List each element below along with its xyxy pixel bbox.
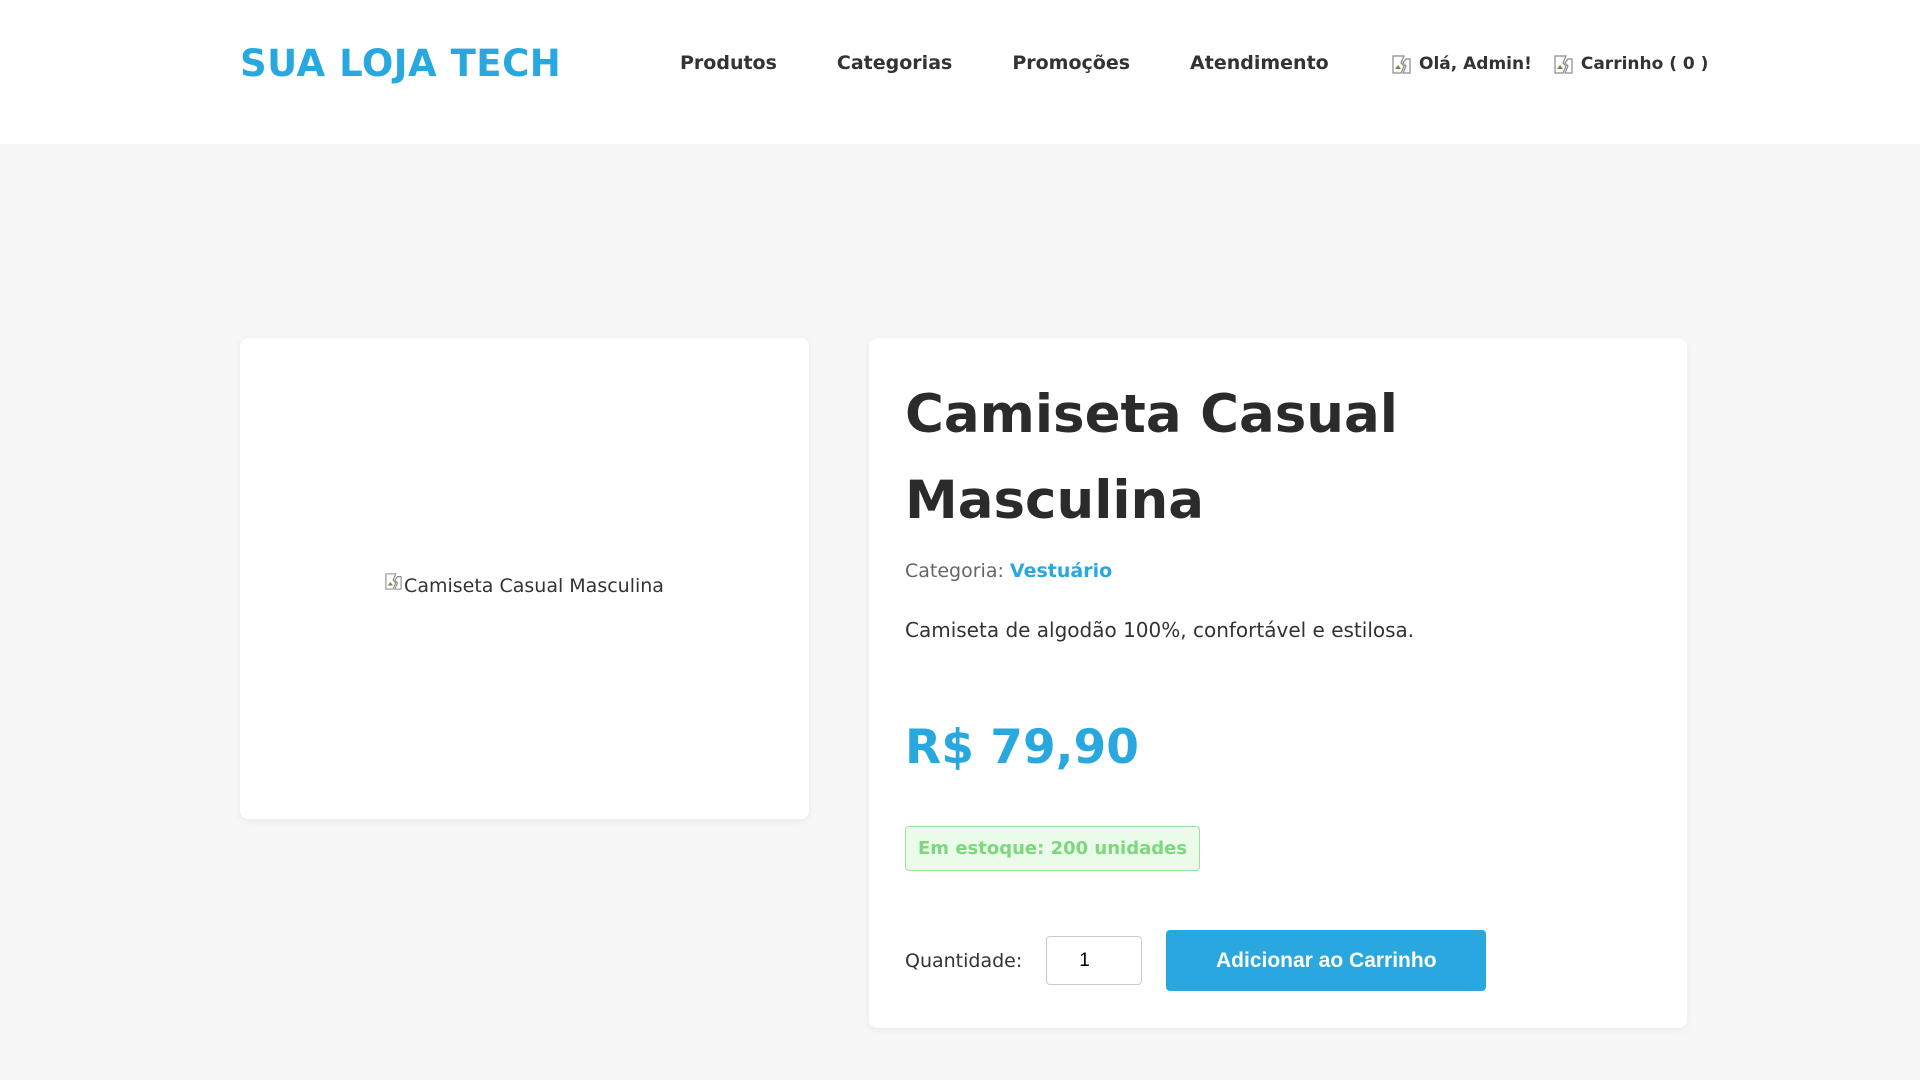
nav-item-atendimento[interactable]: Atendimento [1190,52,1329,74]
cart-link[interactable]: Carrinho ( 0 ) [1554,54,1709,74]
nav-item-promocoes[interactable]: Promoções [1012,52,1130,74]
broken-image-icon [1392,54,1411,74]
nav-item-produtos[interactable]: Produtos [680,52,777,74]
site-header: SUA LOJA TECH Produtos Categorias Promoç… [0,0,1920,144]
product-title: Camiseta Casual Masculina [905,384,1398,531]
broken-image-icon [385,573,402,590]
product-image-card: Camiseta Casual Masculina [240,338,809,819]
product-image-alt-text: Camiseta Casual Masculina [404,574,664,597]
quantity-label: Quantidade: [905,949,1023,972]
user-account-link[interactable]: Olá, Admin! [1392,54,1532,74]
stock-badge: Em estoque: 200 unidades [905,826,1201,871]
site-logo[interactable]: SUA LOJA TECH [240,42,561,85]
broken-image-icon [1554,54,1573,74]
product-category: Categoria: Vestuário [905,560,1112,582]
cart-label: Carrinho ( 0 ) [1580,54,1709,74]
category-link[interactable]: Vestuário [1010,560,1112,582]
user-greeting: Olá, Admin! [1419,54,1532,74]
add-to-cart-button[interactable]: Adicionar ao Carrinho [1166,930,1487,991]
quantity-row: Quantidade: Adicionar ao Carrinho [905,930,1487,991]
quantity-input[interactable] [1046,936,1143,985]
product-description: Camiseta de algodão 100%, confortável e … [905,618,1415,642]
nav-item-categorias[interactable]: Categorias [837,52,952,74]
category-label: Categoria: [905,560,1004,582]
product-info-card: Camiseta Casual Masculina Categoria: Ves… [869,338,1687,1028]
user-area: Olá, Admin! Carrinho ( 0 ) [1392,54,1708,74]
main-nav: Produtos Categorias Promoções Atendiment… [680,52,1329,74]
product-image: Camiseta Casual Masculina [385,573,664,598]
product-price: R$ 79,90 [905,720,1139,775]
